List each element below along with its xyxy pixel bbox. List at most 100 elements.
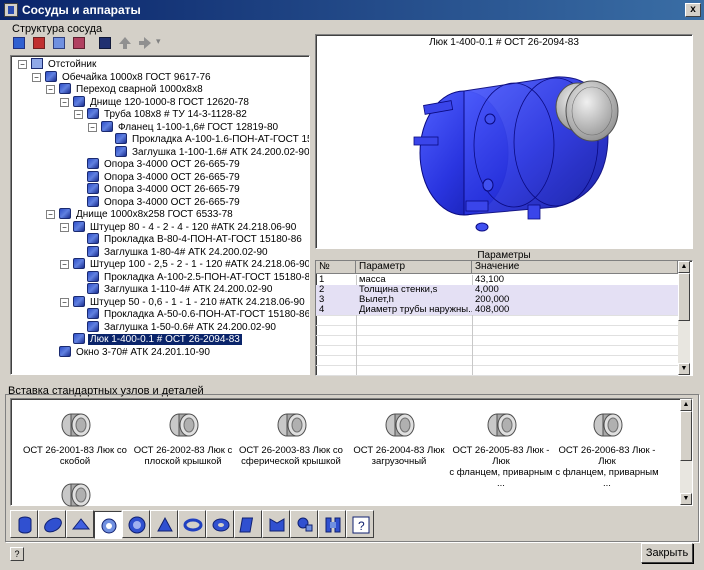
tree-item[interactable]: − Труба 108x8 # ТУ 14-3-1128-82: [74, 108, 249, 120]
copy-part-button[interactable]: [50, 34, 68, 52]
tree-item[interactable]: − Обечайка 1000x8 ГОСТ 9617-76: [32, 70, 213, 83]
tree-expander[interactable]: −: [60, 222, 69, 232]
tree-expander[interactable]: −: [46, 210, 55, 219]
tree-item[interactable]: Опора 3-4000 ОСТ 26-665-79: [87, 195, 242, 208]
cone-tab[interactable]: [66, 510, 94, 538]
tree-expander[interactable]: −: [60, 97, 69, 107]
category-tabs: ?: [10, 510, 374, 540]
tree-expander[interactable]: −: [74, 110, 83, 119]
tree-item[interactable]: − Штуцер 50 - 0,6 - 1 - 1 - 210 #АТК 24.2…: [60, 295, 307, 308]
param-cell-name: Толщина стенки,s: [359, 285, 438, 295]
close-button[interactable]: Закрыть: [641, 543, 693, 563]
scroll-down-button[interactable]: ▼: [680, 493, 692, 505]
tree-item[interactable]: − Фланец 1-100-1,6# ГОСТ 12819-80: [88, 120, 280, 133]
bottom-icon: [44, 517, 62, 533]
part-icon: [87, 245, 99, 257]
move-up-button[interactable]: [116, 34, 134, 52]
tree-item-label: Опора 3-4000 ОСТ 26-665-79: [104, 196, 240, 208]
manhole-thumbnail-icon: [487, 413, 517, 437]
scroll-thumb[interactable]: [678, 273, 690, 321]
catalog-scrollbar[interactable]: ▲ ▼: [680, 399, 692, 505]
column-header[interactable]: Параметр: [356, 261, 472, 274]
tree-item-label: Прокладка В-80-4-ПОН-АТ-ГОСТ 15180-86: [104, 234, 302, 245]
cone-icon: [71, 518, 91, 530]
param-row[interactable]: 2 Толщина стенки,s 4,000: [316, 285, 678, 295]
param-row[interactable]: 4 Диаметр трубы наружны... 408,000: [316, 305, 678, 315]
tree-item[interactable]: Заглушка 1-110-4# АТК 24.200.02-90: [87, 283, 274, 295]
dropdown-arrow-icon: ▾: [156, 36, 161, 46]
scroll-down-button[interactable]: ▼: [678, 363, 690, 375]
tree-item[interactable]: − Переход сварной 1000x8x8: [46, 83, 205, 95]
catalog-list[interactable]: ОСТ 26-2001-83 Люк со скобой ОСТ 26-2002-8…: [10, 398, 693, 507]
structure-tree[interactable]: − Отстойник − Обечайка 1000x8 ГОСТ 9617-76−…: [10, 55, 310, 375]
bottom-tab[interactable]: [38, 510, 66, 538]
catalog-item[interactable]: ОСТ 26-2006-83 Люк - Люк с фланцем, прива…: [553, 407, 661, 489]
catalog-item-subtitle: плоской крышкой: [144, 456, 222, 467]
window-close-button[interactable]: x: [685, 3, 701, 17]
paste-part-button[interactable]: [70, 34, 88, 52]
param-row[interactable]: 1 масса 43,100: [316, 275, 678, 285]
param-cell-name: Диаметр трубы наружны...: [359, 305, 472, 315]
tree-item[interactable]: − Днище 120-1000-8 ГОСТ 12620-78: [60, 95, 251, 108]
help-tab[interactable]: ?: [346, 510, 374, 538]
scroll-up-button[interactable]: ▲: [680, 399, 692, 411]
part-icon: [115, 145, 127, 157]
add-part-button[interactable]: [10, 34, 28, 52]
gasket-tab[interactable]: [206, 510, 234, 538]
catalog-item[interactable]: ОСТ 26-2002-83 Люк с плоской крышкой: [129, 407, 237, 467]
bracket-tab[interactable]: [262, 510, 290, 538]
tree-item[interactable]: Опора 3-4000 ОСТ 26-665-79: [87, 158, 242, 170]
tree-item[interactable]: Опора 3-4000 ОСТ 26-665-79: [87, 170, 242, 183]
tree-item[interactable]: Заглушка 1-100-1.6# АТК 24.200.02-90: [115, 145, 309, 158]
params-scrollbar[interactable]: ▲ ▼: [678, 261, 690, 375]
move-right-icon: [139, 37, 151, 49]
tree-expander[interactable]: −: [60, 297, 69, 307]
params-grid[interactable]: № Параметр Значение 1 масса 43,100 2 Толщина ст…: [315, 260, 693, 376]
param-cell-name: масса: [359, 275, 386, 285]
delete-part-button[interactable]: [30, 34, 48, 52]
tree-expander[interactable]: −: [32, 72, 41, 82]
fitting-tab[interactable]: [290, 510, 318, 538]
tree-item[interactable]: Прокладка В-80-4-ПОН-АТ-ГОСТ 15180-86: [87, 233, 304, 245]
catalog-item[interactable]: ОСТ 26-2003-83 Люк со сферической крышкой: [237, 407, 345, 467]
param-cell-n: 2: [319, 285, 325, 295]
tree-item[interactable]: Опора 3-4000 ОСТ 26-665-79: [87, 183, 242, 195]
plate-tab[interactable]: [234, 510, 262, 538]
param-row[interactable]: 3 Вылет,h 200,000: [316, 295, 678, 305]
support-tab[interactable]: [150, 510, 178, 538]
part-icon: [73, 220, 85, 232]
column-header[interactable]: №: [316, 261, 356, 274]
tree-expander[interactable]: −: [60, 260, 69, 269]
tree-expander[interactable]: −: [46, 85, 55, 94]
tree-item[interactable]: − Отстойник: [18, 58, 98, 70]
assembly-tab[interactable]: [318, 510, 346, 538]
help-button[interactable]: ?: [10, 547, 24, 561]
move-right-button[interactable]: [136, 34, 154, 52]
dropdown-arrow-button[interactable]: ▾: [156, 34, 164, 52]
part-icon: [45, 70, 57, 82]
tree-item[interactable]: Прокладка А-50-0.6-ПОН-АТ-ГОСТ 15180-86: [87, 308, 309, 320]
tree-item[interactable]: Заглушка 1-50-0.6# АТК 24.200.02-90: [87, 320, 278, 333]
ring-tab[interactable]: [178, 510, 206, 538]
tree-item[interactable]: − Штуцер 100 - 2,5 - 2 - 1 - 120 #АТК 24.…: [60, 258, 309, 270]
catalog-item[interactable]: ОСТ 26-2001-83 Люк со скобой: [21, 407, 129, 467]
fitting-icon: [297, 517, 313, 532]
tree-expander[interactable]: −: [88, 122, 97, 132]
flange-tab[interactable]: [122, 510, 150, 538]
tree-expander[interactable]: −: [18, 60, 27, 69]
nozzle-tab[interactable]: [94, 511, 122, 539]
catalog-item[interactable]: ОСТ 26-2005-83 Люк - Люк с фланцем, прива…: [447, 407, 555, 489]
scroll-up-button[interactable]: ▲: [678, 261, 690, 273]
tree-item[interactable]: Прокладка А-100-2.5-ПОН-АТ-ГОСТ 15180-86: [87, 270, 309, 283]
shell-tab[interactable]: [10, 510, 38, 538]
catalog-item[interactable]: ОСТ 26-2004-83 Люк загрузочный: [345, 407, 453, 467]
scroll-thumb[interactable]: [680, 411, 692, 461]
tree-item[interactable]: − Днище 1000x8x258 ГОСТ 6533-78: [46, 208, 235, 220]
tree-item[interactable]: − Штуцер 80 - 4 - 2 - 4 - 120 #АТК 24.218…: [60, 220, 298, 233]
tree-item[interactable]: Люк 1-400-0.1 # ОСТ 26-2094-83: [73, 333, 242, 345]
tree-item[interactable]: Прокладка А-100-1.6-ПОН-АТ-ГОСТ 15180-86: [115, 133, 309, 145]
column-header[interactable]: Значение: [472, 261, 678, 274]
save-button[interactable]: [96, 34, 114, 52]
tree-item[interactable]: Заглушка 1-80-4# АТК 24.200.02-90: [87, 245, 270, 258]
tree-item[interactable]: Окно 3-70# АТК 24.201.10-90: [59, 345, 212, 358]
